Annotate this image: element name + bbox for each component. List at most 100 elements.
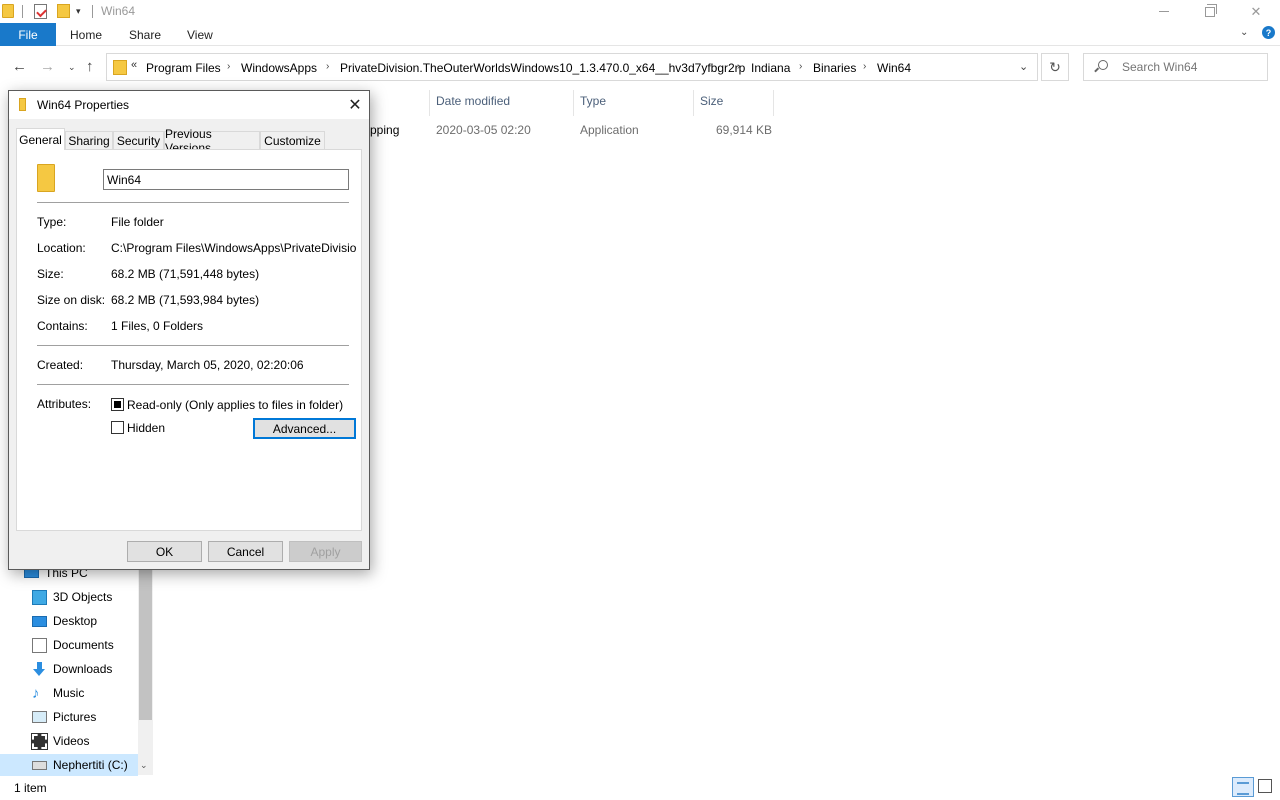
details-view-button[interactable] bbox=[1232, 777, 1254, 797]
column-header-date-modified[interactable]: Date modified bbox=[436, 94, 510, 108]
large-icons-view-button[interactable] bbox=[1258, 779, 1272, 793]
readonly-checkbox[interactable] bbox=[111, 398, 124, 411]
divider bbox=[37, 202, 349, 203]
column-divider[interactable] bbox=[573, 90, 574, 116]
sidebar-item-label: Downloads bbox=[53, 662, 113, 676]
documents-icon bbox=[32, 637, 47, 653]
breadcrumb-program-files[interactable]: Program Files bbox=[146, 61, 221, 75]
restore-button[interactable] bbox=[1187, 0, 1233, 23]
column-divider[interactable] bbox=[693, 90, 694, 116]
tab-previous-versions[interactable]: Previous Versions bbox=[164, 127, 260, 155]
advanced-button[interactable]: Advanced... bbox=[253, 418, 356, 439]
sidebar-item-label: Nephertiti (C:) bbox=[53, 758, 128, 772]
refresh-button[interactable]: ↻ bbox=[1041, 53, 1069, 81]
tab-file[interactable]: File bbox=[0, 23, 56, 46]
sidebar-item-documents[interactable]: Documents bbox=[32, 634, 136, 656]
sidebar-item-label: Music bbox=[53, 686, 85, 700]
minimize-icon bbox=[1159, 11, 1169, 12]
tab-view[interactable]: View bbox=[187, 28, 213, 42]
column-divider[interactable] bbox=[773, 90, 774, 116]
address-bar[interactable]: « Program Files › WindowsApps › PrivateD… bbox=[106, 53, 1038, 81]
recent-locations-chevron-icon[interactable]: ⌄ bbox=[68, 62, 76, 73]
more-locations-icon[interactable]: « bbox=[131, 59, 137, 71]
breadcrumb-indiana[interactable]: Indiana bbox=[751, 61, 790, 75]
column-divider[interactable] bbox=[429, 90, 430, 116]
file-name[interactable]: pping bbox=[370, 123, 399, 137]
music-icon: ♪ bbox=[32, 684, 40, 702]
file-size: 69,914 KB bbox=[716, 123, 773, 137]
hidden-checkbox-label[interactable]: Hidden bbox=[127, 421, 165, 435]
sidebar-item-desktop[interactable]: Desktop bbox=[32, 610, 136, 632]
restore-icon bbox=[1205, 3, 1217, 17]
divider bbox=[37, 345, 349, 346]
expand-ribbon-chevron-icon[interactable]: ⌄ bbox=[1240, 27, 1248, 38]
breadcrumb-win64[interactable]: Win64 bbox=[877, 61, 911, 75]
3d-objects-icon bbox=[32, 589, 47, 605]
properties-icon[interactable] bbox=[34, 4, 47, 19]
tab-sharing[interactable]: Sharing bbox=[65, 131, 113, 150]
dialog-title-bar[interactable]: Win64 Properties ✕ bbox=[9, 91, 369, 119]
ok-button[interactable]: OK bbox=[127, 541, 202, 562]
forward-button[interactable]: → bbox=[40, 58, 55, 75]
readonly-checkbox-label[interactable]: Read-only (Only applies to files in fold… bbox=[127, 398, 343, 412]
tab-security[interactable]: Security bbox=[113, 131, 164, 150]
breadcrumb-separator-icon[interactable]: › bbox=[326, 61, 329, 72]
tab-general[interactable]: General bbox=[16, 128, 65, 150]
search-icon bbox=[1098, 60, 1108, 70]
breadcrumb-separator-icon[interactable]: › bbox=[737, 61, 740, 72]
sidebar-item-3d-objects[interactable]: 3D Objects bbox=[32, 586, 136, 608]
search-input[interactable] bbox=[1122, 60, 1262, 74]
sidebar-item-label: Documents bbox=[53, 638, 114, 652]
breadcrumb-separator-icon[interactable]: › bbox=[863, 61, 866, 72]
apply-button[interactable]: Apply bbox=[289, 541, 362, 562]
up-button[interactable]: ↑ bbox=[86, 58, 94, 75]
properties-dialog: Win64 Properties ✕ General Sharing Secur… bbox=[8, 90, 370, 570]
sidebar-item-drive-c[interactable]: Nephertiti (C:) bbox=[0, 754, 138, 776]
location-value[interactable]: C:\Program Files\WindowsApps\PrivateDivi… bbox=[111, 241, 357, 255]
folder-name-input[interactable] bbox=[103, 169, 349, 190]
breadcrumb-separator-icon[interactable]: › bbox=[227, 61, 230, 72]
tab-home[interactable]: Home bbox=[70, 28, 102, 42]
scroll-down-chevron-icon[interactable]: ⌄ bbox=[140, 760, 148, 771]
breadcrumb-windowsapps[interactable]: WindowsApps bbox=[241, 61, 317, 75]
tab-share[interactable]: Share bbox=[129, 28, 161, 42]
column-header-size[interactable]: Size bbox=[700, 94, 723, 108]
pictures-icon bbox=[32, 711, 47, 723]
tab-customize[interactable]: Customize bbox=[260, 131, 325, 150]
new-folder-icon[interactable] bbox=[57, 4, 70, 18]
general-tab-panel: Type: File folder Location: C:\Program F… bbox=[16, 149, 362, 531]
created-value: Thursday, March 05, 2020, 02:20:06 bbox=[111, 358, 304, 372]
address-history-chevron-icon[interactable]: ⌄ bbox=[1019, 60, 1028, 73]
sidebar-item-label: Desktop bbox=[53, 614, 98, 628]
breadcrumb-separator-icon[interactable]: › bbox=[799, 61, 802, 72]
back-button[interactable]: ← bbox=[12, 58, 27, 75]
size-on-disk-value: 68.2 MB (71,593,984 bytes) bbox=[111, 293, 260, 307]
sidebar-item-pictures[interactable]: Pictures bbox=[32, 706, 136, 728]
sidebar-item-label: Pictures bbox=[53, 710, 97, 724]
divider bbox=[37, 384, 349, 385]
contains-label: Contains: bbox=[37, 319, 88, 333]
status-item-count: 1 item bbox=[14, 781, 47, 795]
cancel-button[interactable]: Cancel bbox=[208, 541, 283, 562]
folder-icon bbox=[2, 4, 14, 18]
minimize-button[interactable] bbox=[1141, 0, 1187, 23]
customize-toolbar-chevron-icon[interactable]: ▾ bbox=[76, 6, 81, 17]
separator bbox=[92, 5, 93, 18]
file-type: Application bbox=[580, 123, 639, 137]
column-header-type[interactable]: Type bbox=[580, 94, 606, 108]
size-value: 68.2 MB (71,591,448 bytes) bbox=[111, 267, 260, 281]
close-button[interactable]: ✕ bbox=[1233, 0, 1279, 23]
help-icon[interactable]: ? bbox=[1262, 26, 1275, 39]
videos-icon bbox=[31, 732, 48, 750]
breadcrumb-binaries[interactable]: Binaries bbox=[813, 61, 856, 75]
dialog-close-button[interactable]: ✕ bbox=[345, 95, 365, 115]
sidebar-item-label: Videos bbox=[53, 734, 90, 748]
hidden-checkbox[interactable] bbox=[111, 421, 124, 434]
close-icon: ✕ bbox=[1250, 3, 1262, 19]
breadcrumb-game-package[interactable]: PrivateDivision.TheOuterWorldsWindows10_… bbox=[340, 61, 745, 75]
sidebar-item-downloads[interactable]: Downloads bbox=[32, 658, 136, 680]
search-box[interactable] bbox=[1083, 53, 1268, 81]
sidebar-scrollbar-thumb[interactable] bbox=[139, 570, 152, 720]
sidebar-item-videos[interactable]: Videos bbox=[31, 730, 136, 752]
sidebar-item-music[interactable]: ♪ Music bbox=[32, 682, 136, 704]
